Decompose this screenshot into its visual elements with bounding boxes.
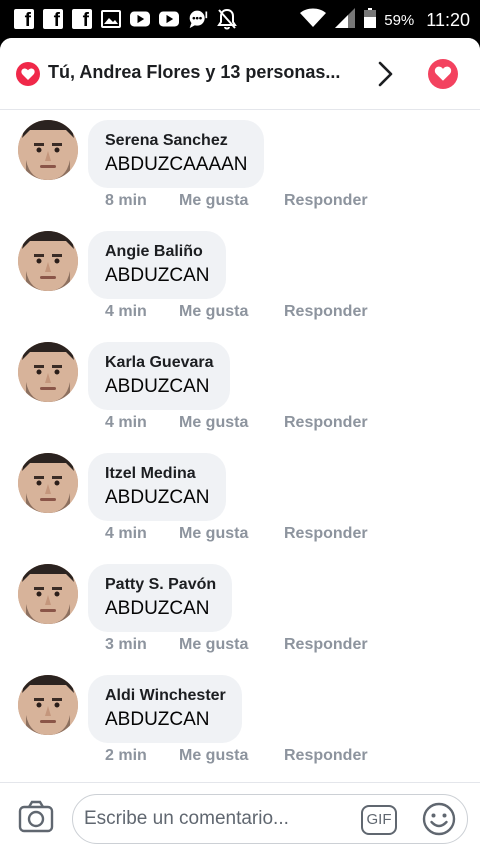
comment-time: 3 min — [105, 636, 147, 653]
youtube-icon — [159, 9, 179, 29]
reply-link[interactable]: Responder — [284, 747, 368, 765]
like-link[interactable]: Me gusta — [179, 414, 284, 432]
comment-bubble[interactable]: Itzel Medina ABDUZCAN — [88, 453, 226, 521]
commenter-name[interactable]: Karla Guevara — [105, 352, 214, 373]
reactions-summary[interactable]: Tú, Andrea Flores y 13 personas... — [48, 62, 340, 83]
like-link[interactable]: Me gusta — [179, 525, 284, 543]
comment-text: ABDUZCAN — [105, 376, 210, 397]
comment-list: Serena Sanchez ABDUZCAAAAN 8 min Me gust… — [0, 120, 480, 786]
like-link[interactable]: Me gusta — [179, 303, 284, 321]
comment-item: Serena Sanchez ABDUZCAAAAN 8 min Me gust… — [0, 120, 480, 231]
like-link[interactable]: Me gusta — [179, 636, 284, 654]
image-icon — [101, 9, 121, 29]
heart-icon — [16, 62, 40, 86]
reply-link[interactable]: Responder — [284, 303, 368, 321]
comment-actions: 4 min Me gusta Responder — [105, 303, 368, 321]
comment-actions: 4 min Me gusta Responder — [105, 525, 368, 543]
comment-input-box[interactable]: GIF — [72, 794, 468, 844]
reply-link[interactable]: Responder — [284, 192, 368, 210]
comment-text: ABDUZCAAAAN — [105, 154, 248, 175]
heart-icon — [434, 66, 452, 81]
chat-icon — [188, 9, 208, 29]
comment-composer: GIF — [0, 782, 480, 854]
wifi-icon — [300, 8, 327, 33]
comment-text: ABDUZCAN — [105, 709, 210, 730]
facebook-notification-icon — [14, 9, 34, 32]
commenter-name[interactable]: Patty S. Pavón — [105, 574, 216, 595]
avatar[interactable] — [18, 231, 78, 291]
battery-icon — [364, 8, 377, 33]
signal-icon — [334, 8, 356, 33]
react-heart-button[interactable] — [428, 59, 458, 89]
facebook-notification-icon — [43, 9, 63, 32]
chevron-right-icon[interactable] — [372, 60, 398, 88]
comment-bubble[interactable]: Angie Baliño ABDUZCAN — [88, 231, 226, 299]
battery-percent: 59% — [384, 12, 415, 29]
comment-actions: 3 min Me gusta Responder — [105, 636, 368, 654]
comment-time: 8 min — [105, 192, 147, 209]
notification-icons — [14, 8, 237, 32]
comment-text: ABDUZCAN — [105, 598, 210, 619]
gif-button[interactable]: GIF — [361, 805, 397, 835]
avatar[interactable] — [18, 120, 78, 180]
comment-actions: 4 min Me gusta Responder — [105, 414, 368, 432]
comment-item: Aldi Winchester ABDUZCAN 2 min Me gusta … — [0, 675, 480, 786]
comment-actions: 8 min Me gusta Responder — [105, 192, 368, 210]
emoji-icon[interactable] — [421, 801, 457, 837]
commenter-name[interactable]: Aldi Winchester — [105, 685, 226, 706]
comment-item: Angie Baliño ABDUZCAN 4 min Me gusta Res… — [0, 231, 480, 342]
comment-input[interactable] — [84, 808, 344, 830]
facebook-notification-icon — [72, 9, 92, 32]
reply-link[interactable]: Responder — [284, 636, 368, 654]
comment-bubble[interactable]: Karla Guevara ABDUZCAN — [88, 342, 230, 410]
system-icons: 59% 11:20 — [300, 8, 470, 33]
status-bar: 59% 11:20 — [0, 0, 480, 38]
commenter-name[interactable]: Itzel Medina — [105, 463, 210, 484]
comments-screen: Tú, Andrea Flores y 13 personas... Seren… — [0, 38, 480, 854]
comment-bubble[interactable]: Serena Sanchez ABDUZCAAAAN — [88, 120, 264, 188]
like-link[interactable]: Me gusta — [179, 192, 284, 210]
comment-time: 2 min — [105, 747, 147, 764]
like-link[interactable]: Me gusta — [179, 747, 284, 765]
camera-icon[interactable] — [18, 799, 54, 835]
reply-link[interactable]: Responder — [284, 525, 368, 543]
comment-time: 4 min — [105, 414, 147, 431]
comment-text: ABDUZCAN — [105, 265, 210, 286]
clock: 11:20 — [426, 10, 470, 30]
avatar[interactable] — [18, 564, 78, 624]
avatar[interactable] — [18, 453, 78, 513]
comment-time: 4 min — [105, 525, 147, 542]
reactions-header[interactable]: Tú, Andrea Flores y 13 personas... — [0, 38, 480, 110]
reply-link[interactable]: Responder — [284, 414, 368, 432]
comment-bubble[interactable]: Patty S. Pavón ABDUZCAN — [88, 564, 233, 632]
commenter-name[interactable]: Angie Baliño — [105, 241, 210, 262]
comment-time: 4 min — [105, 303, 147, 320]
comment-actions: 2 min Me gusta Responder — [105, 747, 368, 765]
avatar[interactable] — [18, 675, 78, 735]
comment-item: Itzel Medina ABDUZCAN 4 min Me gusta Res… — [0, 453, 480, 564]
comment-text: ABDUZCAN — [105, 487, 210, 508]
silent-notification-icon — [217, 8, 237, 30]
avatar[interactable] — [18, 342, 78, 402]
youtube-icon — [130, 9, 150, 29]
comment-item: Patty S. Pavón ABDUZCAN 3 min Me gusta R… — [0, 564, 480, 675]
comment-item: Karla Guevara ABDUZCAN 4 min Me gusta Re… — [0, 342, 480, 453]
commenter-name[interactable]: Serena Sanchez — [105, 130, 248, 151]
comment-bubble[interactable]: Aldi Winchester ABDUZCAN — [88, 675, 242, 743]
